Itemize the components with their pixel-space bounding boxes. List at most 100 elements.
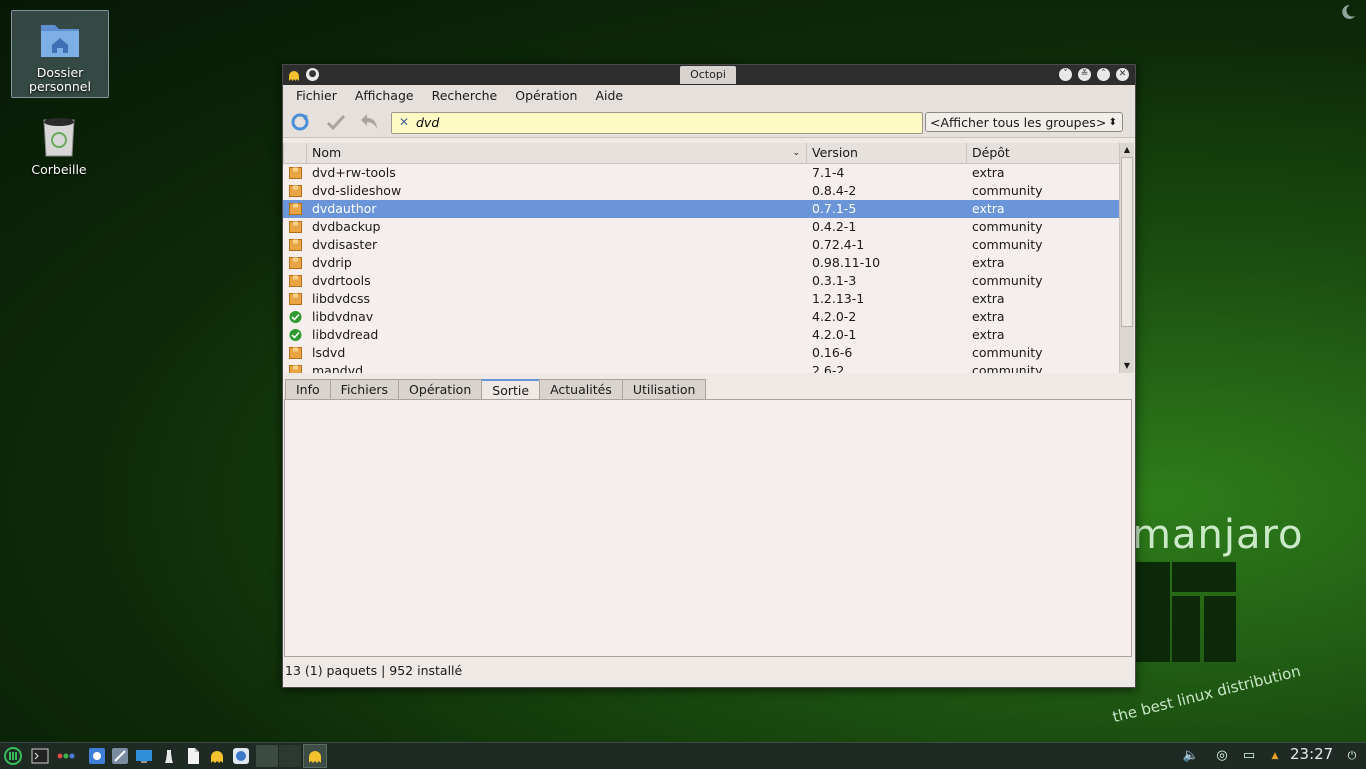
list-scrollbar[interactable]: ▲ ▼ — [1119, 143, 1134, 373]
search-input[interactable] — [416, 114, 916, 130]
table-row[interactable]: dvdbackup 0.4.2-1 community — [283, 218, 1119, 236]
menu-operation[interactable]: Opération — [506, 85, 586, 107]
window-menu-button[interactable]: ● — [306, 68, 319, 81]
cell-repo: community — [972, 237, 1043, 252]
cell-name: libdvdcss — [312, 291, 371, 306]
package-box-icon — [289, 365, 302, 373]
octopi-app-icon[interactable] — [287, 68, 301, 82]
table-row[interactable]: dvdauthor 0.7.1-5 extra — [283, 200, 1119, 218]
table-row[interactable]: dvd+rw-tools 7.1-4 extra — [283, 164, 1119, 182]
tab-sortie[interactable]: Sortie — [481, 379, 541, 399]
chess-icon[interactable] — [160, 747, 178, 765]
table-row[interactable]: libdvdread 4.2.0-1 extra — [283, 326, 1119, 344]
close-button[interactable]: ✕ — [1116, 68, 1129, 81]
home-folder-icon — [41, 25, 79, 57]
cell-name: libdvdread — [312, 327, 379, 342]
table-row[interactable]: dvd-slideshow 0.8.4-2 community — [283, 182, 1119, 200]
display-icon[interactable] — [135, 747, 153, 765]
table-row[interactable]: dvdrtools 0.3.1-3 community — [283, 272, 1119, 290]
package-box-icon — [289, 221, 302, 233]
menu-aide[interactable]: Aide — [586, 85, 632, 107]
terminal-icon[interactable] — [31, 747, 49, 765]
octopi-icon[interactable] — [208, 747, 226, 765]
table-row[interactable]: lsdvd 0.16-6 community — [283, 344, 1119, 362]
clock[interactable]: 23:27 — [1290, 745, 1333, 763]
package-rows: dvd+rw-tools 7.1-4 extra dvd-slideshow 0.8.4… — [283, 164, 1119, 373]
scroll-thumb[interactable] — [1121, 157, 1133, 327]
sync-database-icon[interactable] — [289, 112, 311, 132]
tab-utilisation[interactable]: Utilisation — [621, 379, 707, 399]
menu-fichier[interactable]: Fichier — [287, 85, 346, 107]
menu-recherche[interactable]: Recherche — [423, 85, 507, 107]
wallpaper-wordmark: manjaro — [1132, 512, 1304, 558]
table-row[interactable]: dvdisaster 0.72.4-1 community — [283, 236, 1119, 254]
tab-info[interactable]: Info — [285, 379, 331, 399]
table-row[interactable]: dvdrip 0.98.11-10 extra — [283, 254, 1119, 272]
table-row[interactable]: mandvd 2.6-2 community — [283, 362, 1119, 373]
task-octopi[interactable] — [303, 744, 327, 768]
rollback-icon[interactable] — [359, 112, 381, 132]
pager-desktop-1[interactable] — [256, 745, 278, 767]
cell-name: dvd+rw-tools — [312, 165, 396, 180]
settings-icon[interactable] — [88, 747, 106, 765]
battery-icon[interactable]: ▭ — [1240, 747, 1258, 765]
minimize-button[interactable]: ˅ — [1059, 68, 1072, 81]
list-header: Nom ⌄ Version Dépôt — [283, 143, 1119, 164]
desktop-icon-home[interactable]: Dossier personnel — [11, 10, 109, 98]
header-repo[interactable]: Dépôt — [966, 143, 1119, 163]
power-icon[interactable]: ⏻ — [1343, 747, 1361, 765]
header-version[interactable]: Version — [806, 143, 966, 163]
package-list: Nom ⌄ Version Dépôt dvd+rw-tools 7.1-4 ext… — [283, 143, 1119, 373]
volume-icon[interactable]: 🔈 — [1182, 747, 1200, 765]
tab-actualites[interactable]: Actualités — [539, 379, 623, 399]
header-icon-column[interactable] — [283, 143, 306, 163]
commit-check-icon[interactable] — [325, 112, 347, 132]
package-box-icon — [289, 239, 302, 251]
table-row[interactable]: libdvdnav 4.2.0-2 extra — [283, 308, 1119, 326]
output-panel[interactable] — [284, 399, 1132, 657]
pager-desktop-2[interactable] — [279, 745, 301, 767]
shade-button[interactable]: ≚ — [1078, 68, 1091, 81]
menu-affichage[interactable]: Affichage — [346, 85, 423, 107]
manjaro-menu-icon[interactable] — [4, 747, 22, 765]
desktop-icon-label: Dossier personnel — [29, 65, 91, 94]
installed-check-icon — [289, 329, 302, 341]
desktop-icon-label: Corbeille — [31, 162, 87, 177]
tab-fichiers[interactable]: Fichiers — [329, 379, 400, 399]
tools-icon[interactable] — [111, 747, 129, 765]
desktop-icon-trash[interactable]: Corbeille — [11, 108, 107, 178]
cell-version: 2.6-2 — [812, 363, 845, 373]
scroll-up-icon[interactable]: ▲ — [1120, 143, 1134, 156]
cell-repo: community — [972, 273, 1043, 288]
menubar: Fichier Affichage Recherche Opération Ai… — [283, 85, 1135, 107]
table-row[interactable]: libdvdcss 1.2.13-1 extra — [283, 290, 1119, 308]
clear-search-icon[interactable]: ✕ — [399, 115, 409, 129]
group-select[interactable]: <Afficher tous les groupes> ⬍ — [925, 112, 1123, 132]
sort-chevron-icon: ⌄ — [792, 148, 800, 158]
search-field[interactable]: ✕ — [391, 112, 923, 134]
apps-dots-icon[interactable] — [57, 747, 75, 765]
maximize-button[interactable]: ˄ — [1097, 68, 1110, 81]
tray-expand-icon[interactable]: ▲ — [1266, 747, 1284, 765]
document-icon[interactable] — [184, 747, 202, 765]
scroll-down-icon[interactable]: ▼ — [1120, 359, 1134, 372]
cell-repo: community — [972, 345, 1043, 360]
browser-icon[interactable] — [232, 747, 250, 765]
cell-name: dvdrtools — [312, 273, 371, 288]
cell-name: mandvd — [312, 363, 364, 373]
titlebar[interactable]: ● Octopi ˅ ≚ ˄ ✕ — [283, 65, 1135, 85]
cell-name: dvdrip — [312, 255, 352, 270]
cell-name: dvdisaster — [312, 237, 378, 252]
cell-repo: extra — [972, 255, 1005, 270]
status-bar: 13 (1) paquets | 952 installé — [285, 663, 463, 678]
moon-icon — [1342, 4, 1355, 19]
package-box-icon — [289, 257, 302, 269]
cell-repo: community — [972, 363, 1043, 373]
cell-version: 0.72.4-1 — [812, 237, 865, 252]
window-title: Octopi — [680, 66, 736, 84]
cell-version: 0.8.4-2 — [812, 183, 857, 198]
cell-name: dvdbackup — [312, 219, 381, 234]
header-name[interactable]: Nom ⌄ — [306, 143, 806, 163]
network-icon[interactable]: ◎ — [1213, 747, 1231, 765]
tab-operation[interactable]: Opération — [398, 379, 483, 399]
